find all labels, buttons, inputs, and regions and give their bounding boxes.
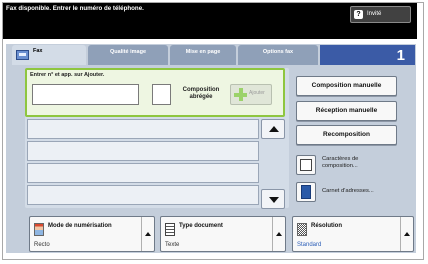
address-book-button[interactable] xyxy=(296,182,316,202)
tab-image-quality[interactable]: Qualité image xyxy=(88,45,168,65)
resolution-arrow[interactable] xyxy=(400,217,413,251)
arrow-up-icon xyxy=(276,232,282,236)
document-type-arrow[interactable] xyxy=(272,217,285,251)
tab-fax-options[interactable]: Options fax xyxy=(238,45,318,65)
document-type-icon xyxy=(165,223,175,236)
scan-mode-button[interactable]: Mode de numérisation Recto xyxy=(29,216,155,252)
list-item[interactable] xyxy=(27,119,259,139)
recipient-list xyxy=(27,119,259,209)
document-type-button[interactable]: Type document Texte xyxy=(160,216,286,252)
entry-label: Entrer n° et app. sur Ajouter. xyxy=(30,72,105,78)
status-message: Fax disponible. Entrer le numéro de télé… xyxy=(6,5,144,12)
resolution-icon xyxy=(297,223,307,236)
quantity-value: 1 xyxy=(396,47,405,64)
tab-fax-options-label: Options fax xyxy=(262,49,294,55)
tab-image-quality-label: Qualité image xyxy=(109,49,147,55)
arrow-up-icon xyxy=(269,126,279,132)
arrow-up-icon xyxy=(145,232,151,236)
manual-receive-button[interactable]: Réception manuelle xyxy=(296,101,397,121)
add-label: Ajouter xyxy=(249,90,265,96)
resolution-value: Standard xyxy=(297,242,322,248)
arrow-down-icon xyxy=(269,197,279,203)
address-book-label: Carnet d'adresses... xyxy=(322,188,374,194)
user-label: Invité xyxy=(367,11,382,17)
resolution-title: Résolution xyxy=(311,223,342,229)
document-type-title: Type document xyxy=(179,223,223,229)
plus-icon xyxy=(234,88,247,101)
dial-characters-icon xyxy=(300,159,312,171)
list-item[interactable] xyxy=(27,141,259,161)
tab-fax[interactable]: Fax xyxy=(12,45,86,65)
user-login-button[interactable]: ? Invité xyxy=(350,6,411,23)
number-entry-box: Entrer n° et app. sur Ajouter. Compositi… xyxy=(25,68,285,117)
tab-layout[interactable]: Mise en page xyxy=(170,45,236,65)
tab-layout-label: Mise en page xyxy=(185,49,221,55)
resolution-button[interactable]: Résolution Standard xyxy=(292,216,414,252)
quantity-area: 1 xyxy=(320,45,415,65)
tab-fax-label: Fax xyxy=(33,48,43,54)
redial-button[interactable]: Recomposition xyxy=(296,125,397,145)
phone-number-input[interactable] xyxy=(32,84,139,105)
scan-mode-arrow[interactable] xyxy=(141,217,154,251)
document-type-value: Texte xyxy=(165,242,180,248)
scroll-up-button[interactable] xyxy=(261,119,285,139)
status-bar: Fax disponible. Entrer le numéro de télé… xyxy=(3,3,417,39)
scan-mode-title: Mode de numérisation xyxy=(48,223,112,229)
scroll-track xyxy=(261,140,285,188)
arrow-up-icon xyxy=(404,232,410,236)
address-book-icon xyxy=(301,185,311,199)
add-button[interactable]: Ajouter xyxy=(230,84,272,105)
abbreviated-dial-checkbox[interactable] xyxy=(152,84,171,105)
scan-mode-value: Recto xyxy=(34,242,50,248)
list-item[interactable] xyxy=(27,185,259,205)
dial-characters-label: Caractères de composition... xyxy=(322,156,359,169)
fax-icon xyxy=(16,50,29,60)
list-item[interactable] xyxy=(27,163,259,183)
tab-bar: Fax Qualité image Mise en page Options f… xyxy=(12,45,415,65)
dial-characters-button[interactable] xyxy=(296,155,316,175)
help-icon: ? xyxy=(354,10,363,19)
scroll-down-button[interactable] xyxy=(261,189,285,209)
abbreviated-dial-label: Composition abrégée xyxy=(182,87,220,100)
manual-dial-button[interactable]: Composition manuelle xyxy=(296,76,397,96)
scan-mode-icon xyxy=(34,223,44,236)
